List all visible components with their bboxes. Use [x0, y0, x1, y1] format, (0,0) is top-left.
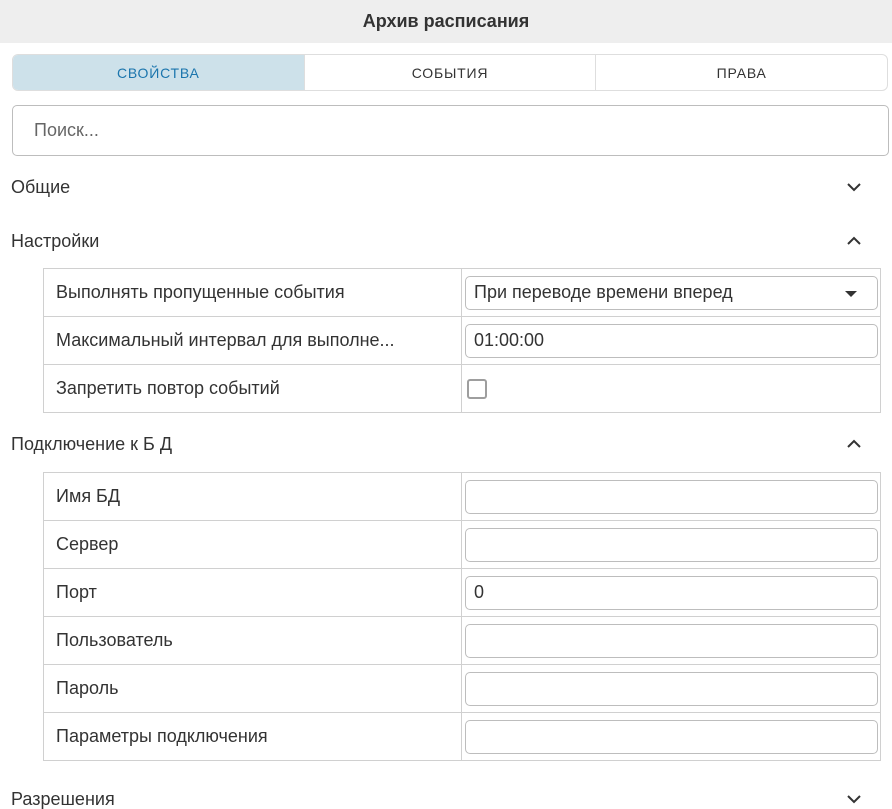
section-general-title: Общие — [11, 176, 71, 197]
conn-params-input[interactable] — [465, 719, 878, 754]
chevron-down-icon[interactable] — [845, 790, 863, 808]
db-connection-table: Имя БД Сервер Порт Пользователь Пароль — [43, 472, 881, 761]
user-input[interactable] — [465, 623, 878, 658]
missed-events-selected-value: При переводе времени вперед — [474, 282, 733, 302]
table-row: Пароль — [43, 664, 881, 713]
table-row: Порт — [43, 568, 881, 617]
section-settings-title: Настройки — [11, 230, 100, 251]
section-db-connection-header[interactable]: Подключение к Б Д — [0, 426, 892, 462]
password-input[interactable] — [465, 671, 878, 706]
port-label: Порт — [43, 568, 462, 617]
missed-events-select[interactable]: При переводе времени вперед — [465, 275, 878, 310]
missed-events-label: Выполнять пропущенные события — [43, 268, 462, 317]
chevron-up-icon[interactable] — [845, 435, 863, 453]
table-row: Запретить повтор событий — [43, 364, 881, 413]
conn-params-label: Параметры подключения — [43, 712, 462, 761]
section-settings-header[interactable]: Настройки — [0, 223, 892, 259]
max-interval-label: Максимальный интервал для выполне... — [43, 316, 462, 365]
max-interval-input[interactable] — [465, 323, 878, 358]
tab-properties[interactable]: СВОЙСТВА — [13, 55, 305, 90]
db-name-label: Имя БД — [43, 472, 462, 521]
caret-down-icon — [845, 290, 857, 297]
table-row: Пользователь — [43, 616, 881, 665]
section-general-header[interactable]: Общие — [0, 169, 892, 205]
tab-rights[interactable]: ПРАВА — [596, 55, 887, 90]
db-name-input[interactable] — [465, 479, 878, 514]
port-input[interactable] — [465, 575, 878, 610]
window-title: Архив расписания — [0, 0, 892, 43]
table-row: Максимальный интервал для выполне... — [43, 316, 881, 365]
forbid-repeat-label: Запретить повтор событий — [43, 364, 462, 413]
section-db-connection-title: Подключение к Б Д — [11, 433, 173, 454]
tab-bar: СВОЙСТВА СОБЫТИЯ ПРАВА — [12, 54, 888, 91]
chevron-up-icon[interactable] — [845, 232, 863, 250]
search-input[interactable] — [12, 105, 889, 156]
table-row: Имя БД — [43, 472, 881, 521]
tab-events[interactable]: СОБЫТИЯ — [305, 55, 597, 90]
server-label: Сервер — [43, 520, 462, 569]
user-label: Пользователь — [43, 616, 462, 665]
server-input[interactable] — [465, 527, 878, 562]
section-permissions-title: Разрешения — [11, 788, 115, 809]
table-row: Сервер — [43, 520, 881, 569]
chevron-down-icon[interactable] — [845, 178, 863, 196]
table-row: Параметры подключения — [43, 712, 881, 761]
table-row: Выполнять пропущенные события При перево… — [43, 268, 881, 317]
properties-panel: Архив расписания СВОЙСТВА СОБЫТИЯ ПРАВА … — [0, 0, 892, 809]
settings-table: Выполнять пропущенные события При перево… — [43, 268, 881, 413]
password-label: Пароль — [43, 664, 462, 713]
section-permissions-header[interactable]: Разрешения — [0, 781, 892, 809]
forbid-repeat-checkbox[interactable] — [467, 378, 487, 399]
